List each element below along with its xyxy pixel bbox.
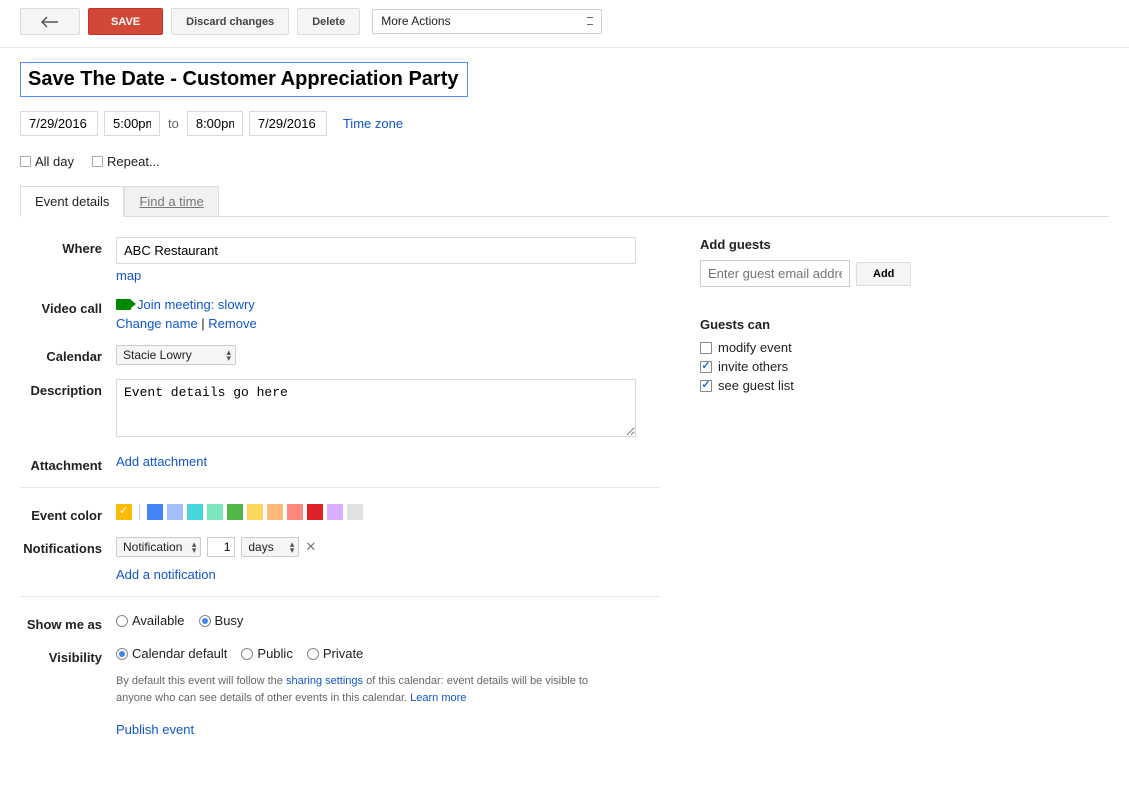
color-swatch[interactable] [147,504,163,520]
visibility-label: Visibility [20,646,116,665]
notification-amount-input[interactable] [207,537,235,557]
color-swatch[interactable] [347,504,363,520]
join-meeting-link[interactable]: Join meeting: slowry [137,297,255,312]
add-notification-link[interactable]: Add a notification [116,567,216,582]
calendar-value: Stacie Lowry [123,348,192,362]
guest-email-input[interactable] [700,260,850,287]
public-radio[interactable]: Public [241,646,292,661]
to-label: to [168,116,179,131]
color-swatch[interactable] [247,504,263,520]
video-call-label: Video call [20,297,116,316]
attachment-label: Attachment [20,454,116,473]
calendar-select[interactable]: Stacie Lowry ▴▾ [116,345,236,365]
back-arrow-icon [41,16,59,28]
repeat-checkbox[interactable]: Repeat... [92,154,160,169]
available-radio[interactable]: Available [116,613,185,628]
repeat-label: Repeat... [107,154,160,169]
color-swatch[interactable] [187,504,203,520]
modify-event-checkbox[interactable]: modify event [700,340,960,355]
add-guests-heading: Add guests [700,237,960,252]
end-time-input[interactable] [187,111,243,136]
more-actions-label: More Actions [381,14,450,28]
checkbox-icon [700,361,712,373]
color-swatch[interactable] [167,504,183,520]
color-swatch[interactable] [307,504,323,520]
save-button[interactable]: SAVE [88,8,163,35]
event-title-input[interactable] [20,62,468,97]
checkbox-icon [92,156,103,167]
busy-radio[interactable]: Busy [199,613,244,628]
video-camera-icon [116,299,131,310]
publish-event-link[interactable]: Publish event [116,722,194,737]
see-guest-list-checkbox[interactable]: see guest list [700,378,960,393]
radio-icon [307,648,319,660]
radio-icon [199,615,211,627]
back-button[interactable] [20,8,80,35]
visibility-help-text: By default this event will follow the sh… [116,673,626,706]
end-date-input[interactable] [249,111,327,136]
start-time-input[interactable] [104,111,160,136]
start-date-input[interactable] [20,111,98,136]
calendar-default-label: Calendar default [132,646,227,661]
color-swatch-row [116,504,660,520]
color-swatch[interactable] [287,504,303,520]
add-attachment-link[interactable]: Add attachment [116,454,207,469]
private-radio[interactable]: Private [307,646,363,661]
remove-link[interactable]: Remove [208,316,256,331]
public-label: Public [257,646,292,661]
chevron-updown-icon: ▴▾ [192,541,197,553]
chevron-updown-icon: ▴▾ [226,349,231,361]
discard-button[interactable]: Discard changes [171,8,289,35]
notifications-label: Notifications [20,537,116,556]
available-label: Available [132,613,185,628]
tab-find-a-time[interactable]: Find a time [124,186,218,217]
sharing-settings-link[interactable]: sharing settings [286,675,363,687]
calendar-label: Calendar [20,345,116,364]
change-name-link[interactable]: Change name [116,316,198,331]
see-guest-list-label: see guest list [718,378,794,393]
checkbox-icon [20,156,31,167]
where-label: Where [20,237,116,256]
notification-type-value: Notification [123,540,182,554]
guests-can-heading: Guests can [700,317,960,332]
color-swatch[interactable] [207,504,223,520]
color-swatch[interactable] [116,504,132,520]
color-swatch[interactable] [267,504,283,520]
notification-unit-select[interactable]: days ▴▾ [241,537,299,557]
map-link[interactable]: map [116,268,141,283]
delete-button[interactable]: Delete [297,8,360,35]
radio-icon [241,648,253,660]
description-label: Description [20,379,116,398]
tab-event-details[interactable]: Event details [20,186,124,217]
notification-unit-value: days [248,540,273,554]
checkbox-icon [700,342,712,354]
event-color-label: Event color [20,504,116,523]
busy-label: Busy [215,613,244,628]
where-input[interactable] [116,237,636,264]
invite-others-checkbox[interactable]: invite others [700,359,960,374]
radio-icon [116,648,128,660]
radio-icon [116,615,128,627]
chevron-updown-icon: ▴▾ [290,541,295,553]
invite-others-label: invite others [718,359,788,374]
calendar-default-radio[interactable]: Calendar default [116,646,227,661]
show-me-as-label: Show me as [20,613,116,632]
remove-notification-button[interactable]: ✕ [305,539,316,555]
private-label: Private [323,646,363,661]
all-day-checkbox[interactable]: All day [20,154,74,169]
modify-event-label: modify event [718,340,792,355]
color-swatch[interactable] [227,504,243,520]
color-swatch[interactable] [327,504,343,520]
learn-more-link[interactable]: Learn more [410,692,466,704]
checkbox-icon [700,380,712,392]
description-textarea[interactable] [116,379,636,437]
add-guest-button[interactable]: Add [856,262,911,286]
more-actions-select[interactable]: More Actions [372,9,602,34]
notification-type-select[interactable]: Notification ▴▾ [116,537,201,557]
all-day-label: All day [35,154,74,169]
timezone-link[interactable]: Time zone [343,116,403,131]
